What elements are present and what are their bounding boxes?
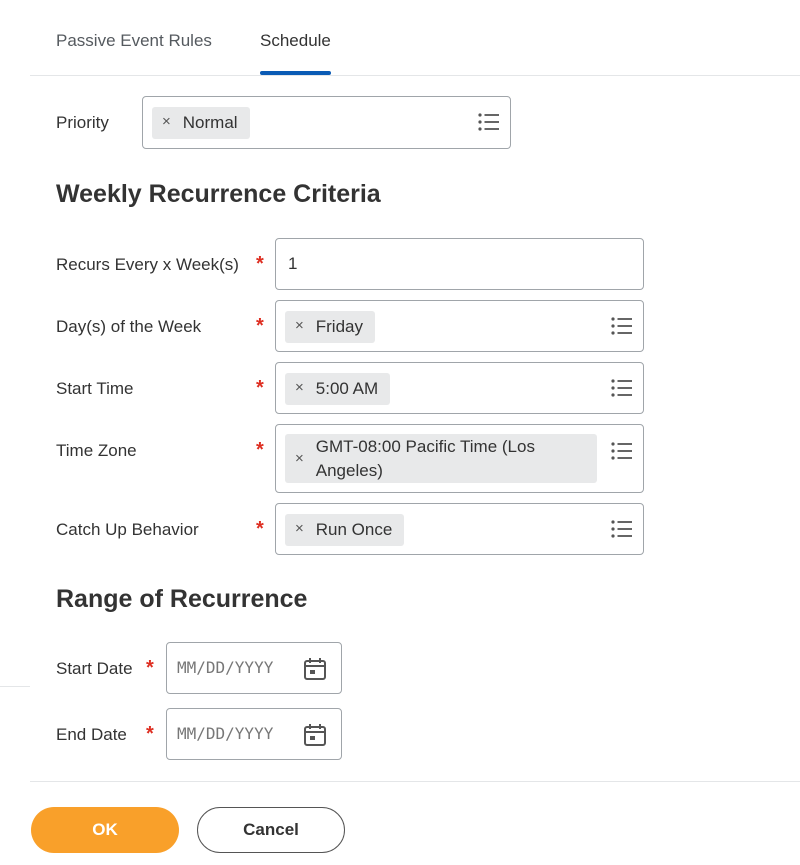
close-icon[interactable]: × bbox=[295, 317, 304, 334]
end-date-label: End Date bbox=[56, 725, 127, 744]
close-icon[interactable]: × bbox=[295, 379, 304, 396]
time-zone-label: Time Zone bbox=[56, 441, 137, 460]
left-divider bbox=[0, 686, 30, 687]
recurs-every-value: 1 bbox=[288, 254, 298, 273]
time-zone-value-line1: GMT-08:00 Pacific Time (Los bbox=[315, 436, 535, 456]
list-icon[interactable] bbox=[610, 378, 634, 398]
calendar-icon[interactable] bbox=[302, 656, 328, 682]
tab-passive-event-rules[interactable]: Passive Event Rules bbox=[56, 31, 212, 51]
cancel-button[interactable]: Cancel bbox=[197, 807, 345, 853]
days-of-week-pill: × Friday bbox=[285, 311, 375, 343]
required-marker: * bbox=[256, 315, 264, 337]
start-date-input[interactable]: MM/DD/YYYY bbox=[166, 642, 342, 694]
required-marker: * bbox=[146, 723, 154, 745]
end-date-placeholder: MM/DD/YYYY bbox=[177, 724, 274, 743]
priority-label: Priority bbox=[56, 113, 109, 132]
start-time-label: Start Time bbox=[56, 379, 134, 398]
end-date-input[interactable]: MM/DD/YYYY bbox=[166, 708, 342, 760]
close-icon[interactable]: × bbox=[295, 520, 304, 537]
start-time-field[interactable]: × 5:00 AM bbox=[275, 362, 644, 414]
tab-schedule[interactable]: Schedule bbox=[260, 31, 331, 51]
list-icon[interactable] bbox=[610, 519, 634, 539]
footer-divider bbox=[30, 781, 800, 782]
tabs-divider bbox=[30, 75, 800, 76]
days-of-week-field[interactable]: × Friday bbox=[275, 300, 644, 352]
priority-value: Normal bbox=[182, 113, 238, 132]
required-marker: * bbox=[256, 377, 264, 399]
recurs-every-label: Recurs Every x Week(s) bbox=[56, 255, 239, 274]
priority-selected-pill: × Normal bbox=[152, 107, 250, 139]
days-of-week-label: Day(s) of the Week bbox=[56, 317, 202, 336]
required-marker: * bbox=[256, 253, 264, 275]
range-of-recurrence-heading: Range of Recurrence bbox=[56, 585, 308, 613]
catch-up-behavior-value: Run Once bbox=[315, 520, 393, 539]
catch-up-behavior-label: Catch Up Behavior bbox=[56, 520, 199, 539]
time-zone-field[interactable]: × GMT-08:00 Pacific Time (Los Angeles) bbox=[275, 424, 644, 493]
start-time-pill: × 5:00 AM bbox=[285, 373, 391, 405]
list-icon[interactable] bbox=[610, 441, 634, 461]
time-zone-pill: × GMT-08:00 Pacific Time (Los Angeles) bbox=[285, 434, 597, 483]
required-marker: * bbox=[256, 439, 264, 461]
catch-up-behavior-field[interactable]: × Run Once bbox=[275, 503, 644, 555]
required-marker: * bbox=[146, 657, 154, 679]
ok-button[interactable]: OK bbox=[31, 807, 179, 853]
close-icon[interactable]: × bbox=[162, 113, 171, 130]
time-zone-value-line2: Angeles) bbox=[315, 460, 383, 480]
list-icon[interactable] bbox=[610, 316, 634, 336]
weekly-recurrence-heading: Weekly Recurrence Criteria bbox=[56, 180, 381, 208]
close-icon[interactable]: × bbox=[295, 450, 304, 467]
required-marker: * bbox=[256, 518, 264, 540]
priority-field[interactable]: × Normal bbox=[142, 96, 511, 149]
start-date-placeholder: MM/DD/YYYY bbox=[177, 658, 274, 677]
calendar-icon[interactable] bbox=[302, 722, 328, 748]
list-icon[interactable] bbox=[477, 112, 501, 132]
recurs-every-input[interactable]: 1 bbox=[275, 238, 644, 290]
catch-up-behavior-pill: × Run Once bbox=[285, 514, 405, 546]
start-time-value: 5:00 AM bbox=[315, 379, 379, 398]
days-of-week-value: Friday bbox=[315, 317, 363, 336]
start-date-label: Start Date bbox=[56, 659, 133, 678]
